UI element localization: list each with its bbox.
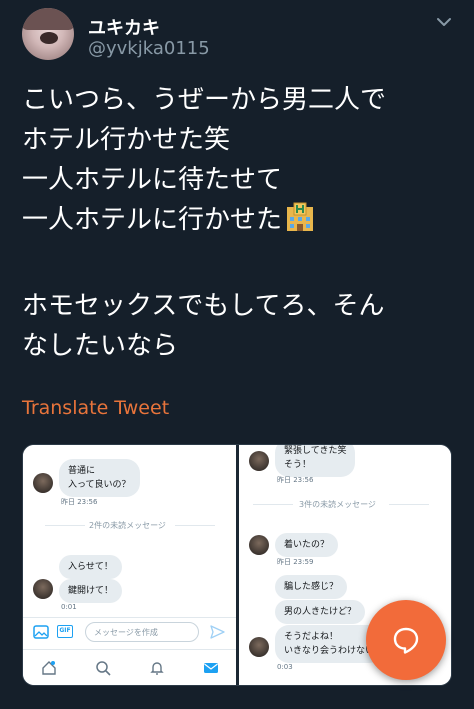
hotel-emoji-icon (287, 202, 314, 231)
avatar-hair (22, 8, 74, 30)
chat-avatar (33, 579, 53, 599)
reply-fab-button[interactable] (366, 600, 446, 680)
chat-bubble-text: 緊張してきた笑 (284, 446, 347, 456)
message-compose-input[interactable]: メッセージを作成 (85, 622, 199, 642)
tweet-line: 一人ホテルに行かせた (22, 205, 283, 235)
chat-bubble-text: 普通に (68, 466, 96, 476)
chat-bubble-text: そう！ (284, 460, 312, 470)
divider (389, 504, 429, 505)
message-timestamp: 昨日 23:56 (277, 476, 314, 484)
tweet-line-with-emoji: 一人ホテルに行かせた (22, 200, 462, 240)
unread-divider-label: 2件の未読メッセージ (89, 521, 166, 530)
chat-bubble: 入らせて！ (59, 555, 122, 579)
chat-avatar (249, 451, 269, 471)
dm-screenshot-left[interactable]: 普通に 入って良いの？ 昨日 23:56 2件の未読メッセージ 入らせて！ 鍵開… (23, 445, 236, 685)
send-icon[interactable] (209, 624, 225, 640)
search-icon[interactable] (95, 660, 111, 676)
chat-bubble-text: 入って良いの？ (68, 480, 131, 490)
chat-bubble-text: そうだよね！ (284, 632, 339, 642)
tweet-text: こいつら、うぜーから男二人で ホテル行かせた笑 一人ホテルに待たせて 一人ホテル… (22, 80, 462, 366)
chat-avatar (249, 637, 269, 657)
reply-bubble-icon (393, 627, 419, 654)
avatar-nose-filter (40, 32, 58, 44)
tweet-line: こいつら、うぜーから男二人で (22, 85, 387, 115)
chevron-down-icon[interactable] (434, 12, 454, 32)
chat-bubble: 騙した感じ？ (275, 575, 348, 599)
chat-bubble: 着いたの？ (275, 533, 339, 557)
divider (45, 525, 85, 526)
chat-avatar (249, 535, 269, 555)
chat-bubble: 男の人きたけど？ (275, 600, 366, 624)
home-icon[interactable] (41, 660, 57, 676)
tweet-line: ホテル行かせた笑 (22, 125, 231, 155)
tweet-header: ユキカキ @yvkjka0115 (22, 8, 458, 64)
tweet-line: 一人ホテルに待たせて (22, 165, 283, 195)
display-name[interactable]: ユキカキ (88, 14, 160, 40)
chat-bubble: 鍵開けて！ (59, 579, 123, 603)
bell-icon[interactable] (149, 660, 165, 676)
bottom-nav (23, 649, 236, 685)
chat-bubble: 緊張してきた笑 そう！ (275, 445, 356, 477)
tweet-line: なしたいなら (22, 331, 179, 361)
image-icon[interactable] (33, 624, 49, 640)
divider (253, 504, 293, 505)
chat-avatar (33, 473, 53, 493)
messages-icon[interactable] (203, 660, 219, 676)
chat-bubble-text: いきなり会うわけない (284, 646, 375, 656)
gif-icon[interactable]: GIF (57, 625, 73, 638)
compose-bar: GIF メッセージを作成 (23, 617, 236, 645)
avatar[interactable] (22, 8, 74, 60)
unread-divider-label: 3件の未読メッセージ (299, 500, 376, 509)
tweet-line: ホモセックスでもしてろ、そん (22, 291, 385, 321)
message-timestamp: 0:01 (61, 603, 77, 611)
message-timestamp: 昨日 23:56 (61, 498, 98, 506)
divider (175, 525, 215, 526)
user-handle[interactable]: @yvkjka0115 (88, 38, 210, 59)
chat-bubble: 普通に 入って良いの？ (59, 459, 140, 497)
message-timestamp: 昨日 23:59 (277, 558, 314, 566)
message-timestamp: 0:03 (277, 663, 293, 671)
translate-tweet-link[interactable]: Translate Tweet (22, 397, 169, 419)
